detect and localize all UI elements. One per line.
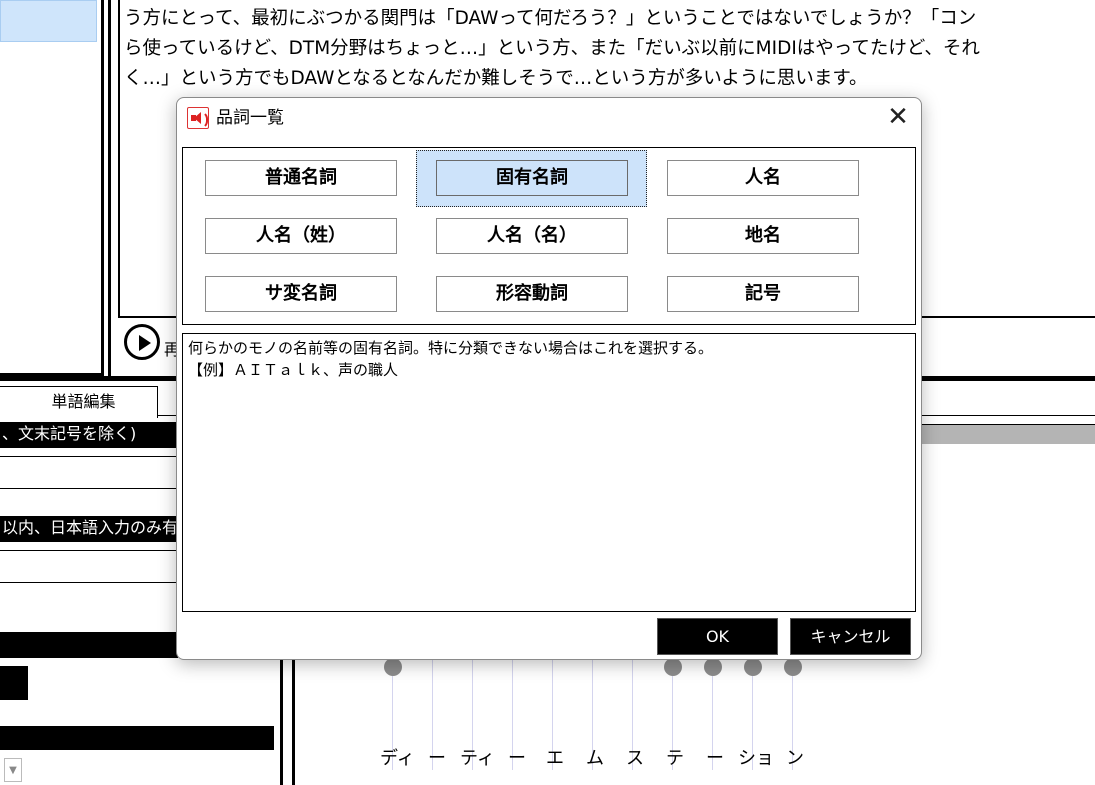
tab-word-edit[interactable]: 単語編集 — [0, 386, 158, 418]
dialog-title: 品詞一覧 — [216, 108, 284, 128]
pos-button-symbol[interactable]: 記号 — [667, 276, 859, 312]
word-hint-bar-2: 以内、日本語入力のみ有 — [0, 516, 178, 542]
accent-point[interactable] — [784, 658, 802, 676]
document-line-2: ら使っているけど、DTM分野はちょっと…」という方、また「だいぶ以前にMIDIは… — [124, 38, 980, 59]
field-separator — [0, 488, 178, 489]
ok-button[interactable]: OK — [657, 618, 778, 655]
description-line-1: 何らかのモノの名前等の固有名詞。特に分類できない場合はこれを選択する。 — [188, 339, 714, 357]
accent-point[interactable] — [664, 658, 682, 676]
pos-button-person-name[interactable]: 人名 — [667, 160, 859, 196]
kana-cell: ショ — [738, 748, 774, 769]
pos-button-given-name[interactable]: 人名（名） — [436, 218, 628, 254]
kana-cell: テ — [666, 748, 684, 769]
field-separator — [0, 582, 178, 583]
document-line-1: う方にとって、最初にぶつかる関門は「DAWって何だろう？」ということではないでし… — [124, 8, 977, 29]
play-icon — [139, 335, 151, 351]
accent-scrollbar[interactable] — [920, 424, 1095, 444]
kana-cell: ー — [508, 748, 526, 769]
play-button[interactable] — [124, 324, 160, 360]
accent-point[interactable] — [704, 658, 722, 676]
selected-list-item[interactable] — [0, 0, 97, 42]
vertical-splitter[interactable] — [280, 660, 283, 785]
pos-button-common-noun[interactable]: 普通名詞 — [205, 160, 397, 196]
word-hint-bar-1: 、文末記号を除く) — [0, 422, 178, 448]
close-icon[interactable]: ✕ — [884, 104, 912, 132]
pos-button-adjectival-noun[interactable]: 形容動詞 — [436, 276, 628, 312]
pos-button-place-name[interactable]: 地名 — [667, 218, 859, 254]
black-field — [0, 726, 274, 750]
document-line-3: く…」という方でもDAWとなるとなんだか難しそうで…という方が多いように思います… — [124, 68, 868, 89]
cancel-button[interactable]: キャンセル — [790, 618, 911, 655]
accent-point[interactable] — [744, 658, 762, 676]
kana-cell: ディ — [380, 748, 415, 769]
field-separator — [0, 550, 178, 551]
kana-cell: エ — [546, 748, 564, 769]
kana-cell: ス — [626, 748, 644, 769]
speaker-icon — [187, 107, 209, 129]
panel-divider — [108, 0, 114, 376]
kana-cell: ン — [786, 748, 804, 769]
kana-cell: ー — [706, 748, 724, 769]
field-separator — [0, 456, 178, 457]
accent-point[interactable] — [384, 658, 402, 676]
kana-cell: ム — [586, 748, 604, 769]
kana-cell: ー — [428, 748, 446, 769]
pos-button-proper-noun[interactable]: 固有名詞 — [436, 160, 628, 196]
chevron-down-icon[interactable]: ▼ — [4, 758, 22, 782]
description-line-2: 【例】ＡＩＴａｌｋ、声の職人 — [188, 361, 399, 379]
kana-cell: ティ — [460, 748, 495, 769]
black-field — [0, 632, 178, 658]
black-button[interactable] — [0, 666, 28, 700]
vertical-splitter[interactable] — [292, 660, 295, 785]
left-list-panel — [0, 0, 104, 376]
pos-button-sahen-noun[interactable]: サ変名詞 — [205, 276, 397, 312]
pos-button-surname[interactable]: 人名（姓） — [205, 218, 397, 254]
